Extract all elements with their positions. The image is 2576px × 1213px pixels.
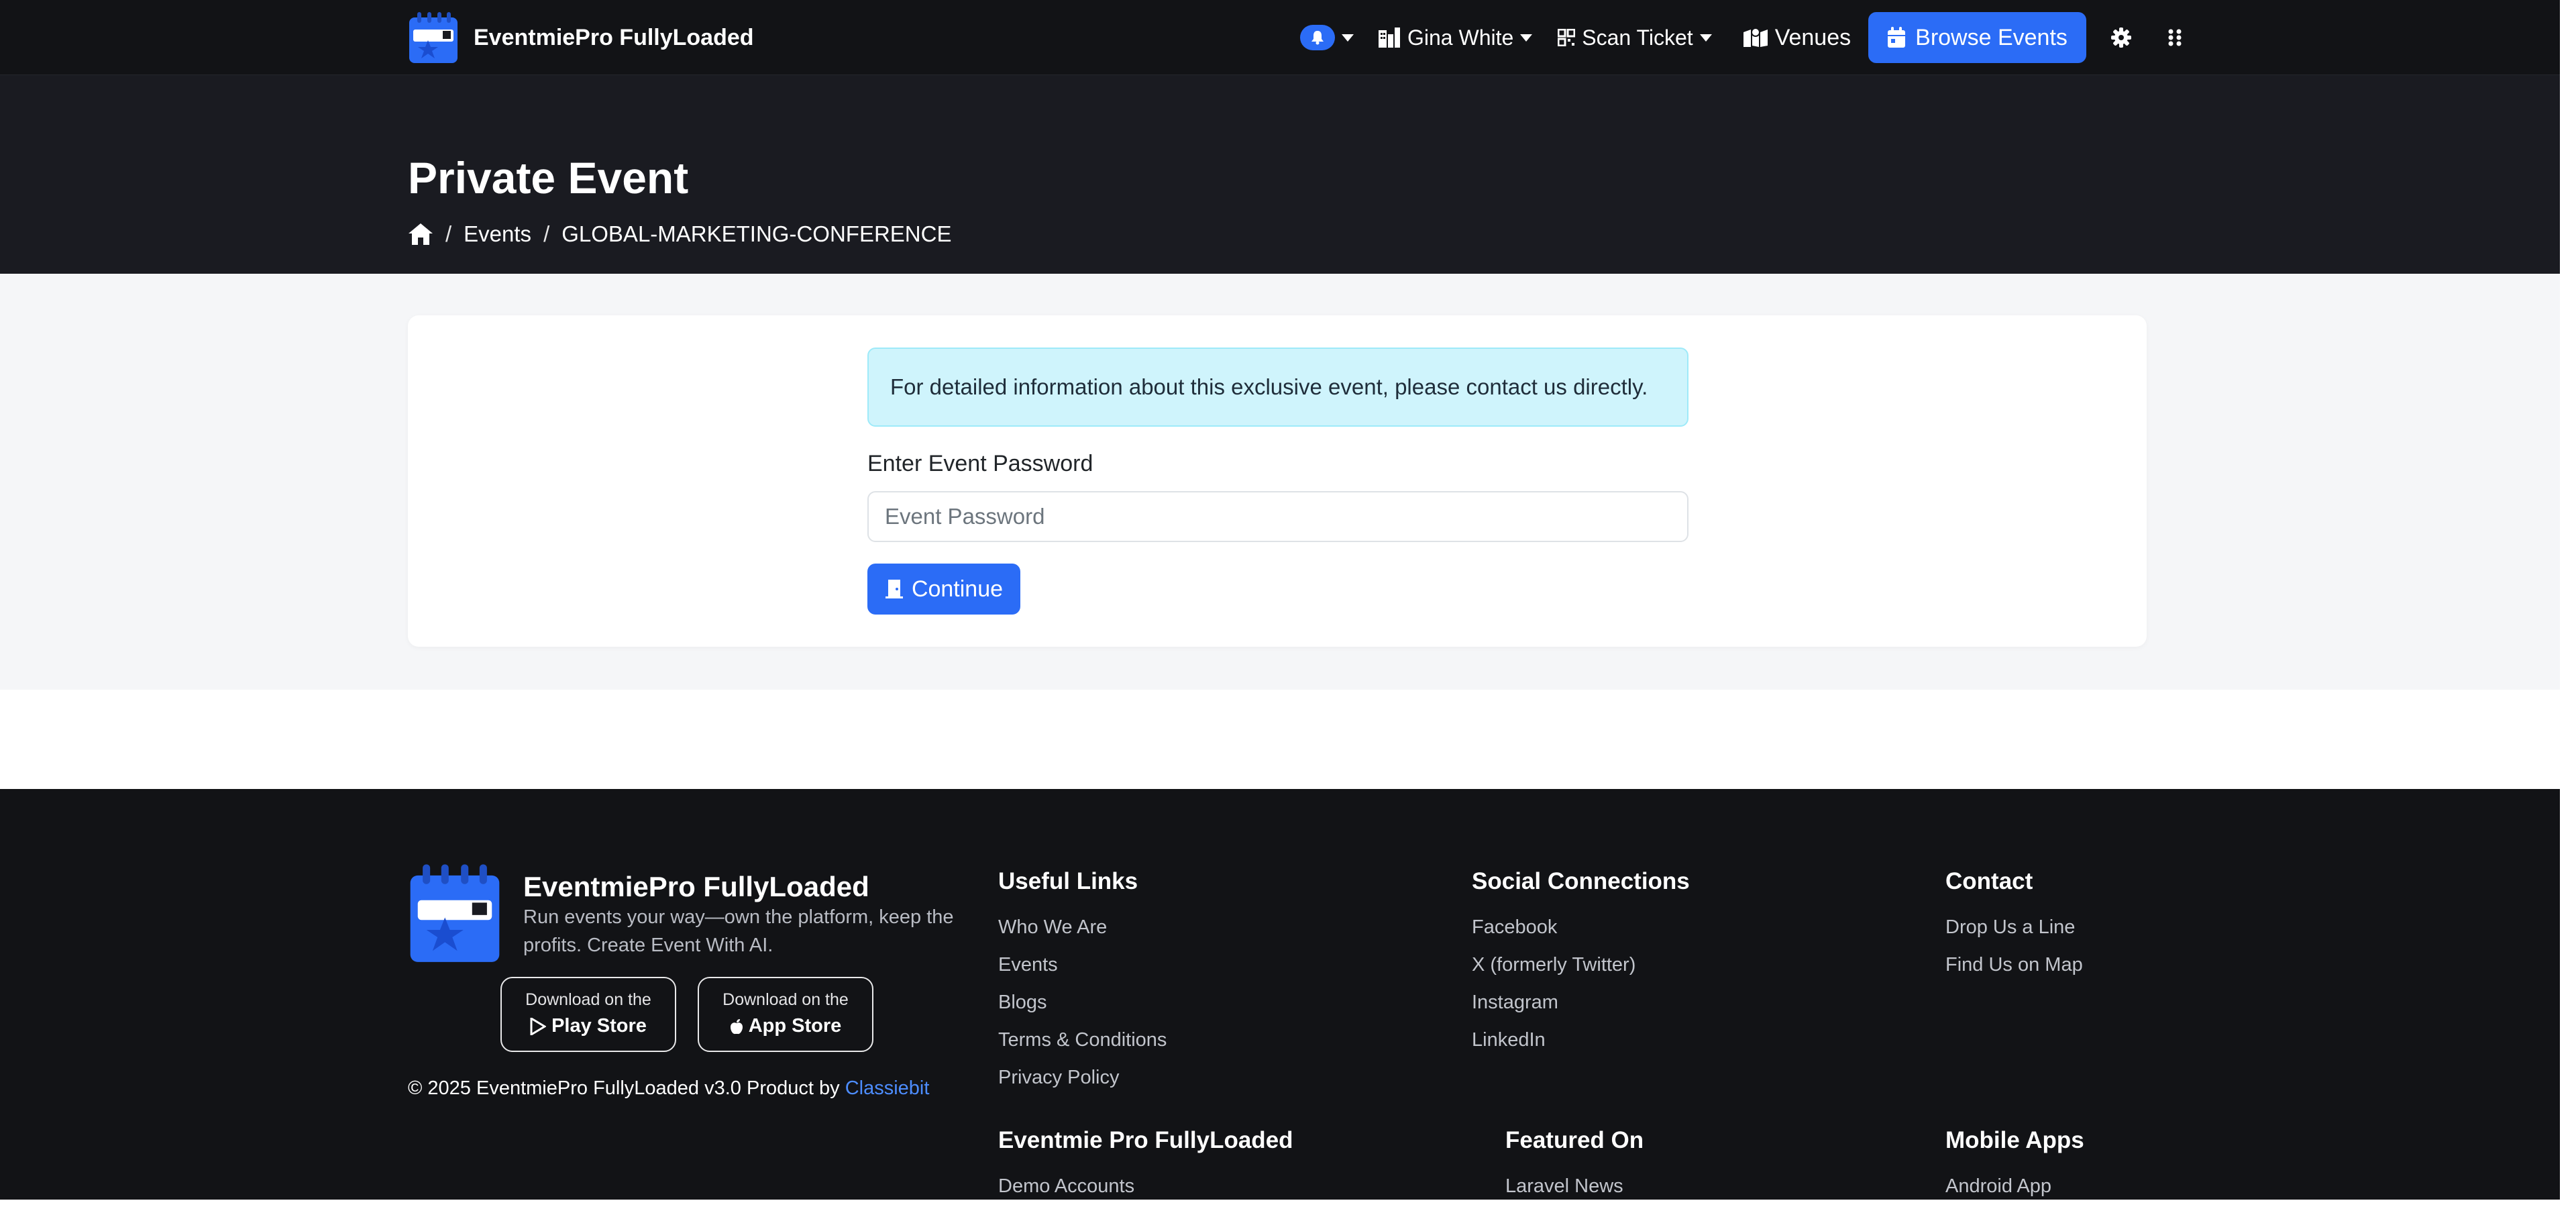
eventmie-heading: Eventmie Pro FullyLoaded	[998, 1127, 1293, 1153]
eventmie-links-list: Demo Accounts	[998, 1175, 1134, 1213]
footer-link-who-we-are[interactable]: Who We Are	[998, 916, 1167, 954]
page-header: Private Event / Events / GLOBAL-MARKETIN…	[0, 75, 2560, 274]
contact-link-drop-line[interactable]: Drop Us a Line	[1945, 916, 2083, 954]
password-label: Enter Event Password	[867, 451, 1093, 476]
footer-logo-icon	[410, 864, 500, 962]
contact-heading: Contact	[1945, 868, 2033, 894]
brand-name: EventmiePro FullyLoaded	[474, 24, 754, 50]
featured-heading: Featured On	[1505, 1127, 1644, 1153]
scan-ticket-label: Scan Ticket	[1582, 25, 1693, 50]
apple-icon	[730, 1018, 743, 1034]
user-name: Gina White	[1407, 25, 1514, 50]
chevron-down-icon	[1520, 34, 1533, 42]
top-navbar: EventmiePro FullyLoaded Gina White Scan …	[0, 0, 2560, 75]
contact-link-map[interactable]: Find Us on Map	[1945, 954, 2083, 992]
mobile-apps-heading: Mobile Apps	[1945, 1127, 2084, 1153]
app-store-button[interactable]: Download on the App Store	[698, 977, 873, 1052]
brand-logo-icon	[409, 12, 458, 63]
calendar-icon	[1888, 27, 1906, 48]
play-store-caption: Download on the	[525, 990, 651, 1009]
breadcrumb: / Events / GLOBAL-MARKETING-CONFERENCE	[408, 221, 951, 247]
app-store-caption: Download on the	[722, 990, 849, 1009]
footer-link-android-app[interactable]: Android App	[1945, 1175, 2051, 1213]
footer-link-blogs[interactable]: Blogs	[998, 992, 1167, 1029]
page-title: Private Event	[408, 153, 689, 203]
breadcrumb-events-link[interactable]: Events	[464, 221, 531, 247]
continue-label: Continue	[911, 576, 1004, 602]
chevron-down-icon	[1342, 34, 1354, 42]
settings-button[interactable]	[2108, 24, 2135, 51]
footer-link-privacy[interactable]: Privacy Policy	[998, 1067, 1167, 1104]
city-icon	[1379, 28, 1400, 48]
info-alert: For detailed information about this excl…	[867, 348, 1688, 427]
app-store-label: App Store	[748, 1015, 842, 1037]
play-store-label: Play Store	[551, 1015, 647, 1037]
social-link-instagram[interactable]: Instagram	[1472, 992, 1635, 1029]
user-menu-dropdown[interactable]: Gina White	[1378, 25, 1533, 50]
nav-right-menu: Gina White Scan Ticket Venues Browse Eve…	[1300, 12, 2188, 63]
breadcrumb-current: GLOBAL-MARKETING-CONFERENCE	[561, 221, 952, 246]
event-password-input[interactable]	[867, 491, 1688, 542]
footer-link-terms[interactable]: Terms & Conditions	[998, 1029, 1167, 1067]
social-link-linkedin[interactable]: LinkedIn	[1472, 1029, 1635, 1067]
gear-icon	[2110, 28, 2131, 48]
home-icon[interactable]	[408, 223, 433, 246]
continue-button[interactable]: Continue	[867, 564, 1020, 615]
chevron-down-icon	[1699, 34, 1712, 42]
qrcode-icon	[1558, 29, 1576, 46]
door-icon	[885, 580, 903, 598]
footer-brand-name: EventmiePro FullyLoaded	[523, 871, 869, 902]
notifications-dropdown[interactable]	[1300, 25, 1354, 50]
social-link-x[interactable]: X (formerly Twitter)	[1472, 954, 1635, 992]
featured-links-list: Laravel News	[1505, 1175, 1623, 1213]
bell-icon	[1311, 31, 1324, 45]
useful-links-list: Who We Are Events Blogs Terms & Conditio…	[998, 916, 1167, 1104]
contact-links-list: Drop Us a Line Find Us on Map	[1945, 916, 2083, 992]
brand-link[interactable]: EventmiePro FullyLoaded	[408, 11, 754, 64]
footer-link-events[interactable]: Events	[998, 954, 1167, 992]
classiebit-link[interactable]: Classiebit	[845, 1077, 930, 1099]
play-store-button[interactable]: Download on the Play Store	[500, 977, 676, 1052]
apps-menu-button[interactable]	[2161, 24, 2188, 51]
browse-events-button[interactable]: Browse Events	[1868, 12, 2086, 63]
copyright: © 2025 EventmiePro FullyLoaded v3.0 Prod…	[408, 1077, 929, 1100]
copyright-text: © 2025 EventmiePro FullyLoaded v3.0 Prod…	[408, 1077, 840, 1099]
info-alert-text: For detailed information about this excl…	[890, 374, 1648, 399]
venues-label: Venues	[1774, 24, 1851, 50]
social-link-facebook[interactable]: Facebook	[1472, 916, 1635, 954]
notification-badge	[1300, 25, 1335, 50]
venues-link[interactable]: Venues	[1743, 25, 1851, 51]
social-heading: Social Connections	[1472, 868, 1690, 894]
social-links-list: Facebook X (formerly Twitter) Instagram …	[1472, 916, 1635, 1067]
breadcrumb-separator: /	[543, 221, 550, 246]
useful-links-heading: Useful Links	[998, 868, 1138, 894]
play-store-icon	[530, 1017, 547, 1035]
footer-link-demo-accounts[interactable]: Demo Accounts	[998, 1175, 1134, 1213]
grid-icon	[2168, 29, 2182, 46]
footer-tagline: Run events your way—own the platform, ke…	[523, 906, 954, 956]
map-icon	[1743, 28, 1768, 47]
browse-events-label: Browse Events	[1915, 24, 2068, 50]
breadcrumb-separator: /	[445, 221, 452, 246]
scan-ticket-dropdown[interactable]: Scan Ticket	[1558, 25, 1712, 50]
footer-link-laravel-news[interactable]: Laravel News	[1505, 1175, 1623, 1213]
mobile-apps-list: Android App	[1945, 1175, 2051, 1213]
